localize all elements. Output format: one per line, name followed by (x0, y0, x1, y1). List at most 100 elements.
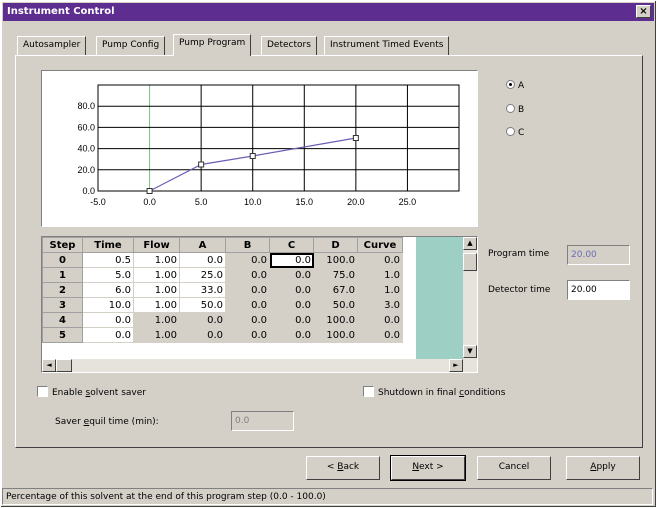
cell-curve[interactable]: 0.0 (357, 312, 403, 328)
cell-time[interactable]: 0.5 (82, 252, 134, 268)
x-tick-label: -5.0 (90, 197, 106, 207)
cell-a[interactable]: 33.0 (179, 282, 226, 298)
shutdown-box[interactable] (363, 386, 374, 397)
cell-d[interactable]: 100.0 (313, 327, 358, 343)
radio-a[interactable]: A (506, 80, 524, 91)
tab-detectors[interactable]: Detectors (261, 36, 317, 55)
apply-button[interactable]: Apply (566, 456, 640, 480)
column-header-b: B (225, 237, 270, 253)
title-bar: Instrument Control × (3, 3, 654, 21)
cell-d[interactable]: 67.0 (313, 282, 358, 298)
cell-a[interactable]: 0.0 (179, 252, 226, 268)
scroll-thumb[interactable] (463, 253, 477, 271)
enable-solvent-saver-checkbox[interactable]: Enable solvent saver (37, 386, 146, 398)
radio-c-dot[interactable] (506, 127, 515, 136)
radio-b[interactable]: B (506, 104, 524, 115)
saver-equil-field: 0.0 (231, 411, 294, 431)
cell-b[interactable]: 0.0 (225, 327, 270, 343)
table-row[interactable]: 2 6.0 1.00 33.0 0.0 0.0 67.0 1.0 (42, 282, 403, 298)
cell-c[interactable]: 0.0 (269, 312, 314, 328)
radio-b-dot[interactable] (506, 104, 515, 113)
cell-time[interactable]: 10.0 (82, 297, 134, 313)
shutdown-label-a: Shutdown in final (378, 388, 460, 398)
cancel-button[interactable]: Cancel (477, 456, 551, 480)
table-row[interactable]: 3 10.0 1.00 50.0 0.0 0.0 50.0 3.0 (42, 297, 403, 313)
cell-flow[interactable]: 1.00 (133, 327, 180, 343)
back-button[interactable]: < Back (306, 456, 380, 480)
cell-time[interactable]: 0.0 (82, 312, 134, 328)
scroll-up-icon[interactable]: ▲ (463, 237, 477, 250)
cell-flow[interactable]: 1.00 (133, 297, 180, 313)
scroll-right-icon[interactable]: ► (449, 359, 463, 372)
column-header-step: Step (42, 237, 83, 253)
cell-d[interactable]: 100.0 (313, 312, 358, 328)
cell-curve[interactable]: 0.0 (357, 252, 403, 268)
table-header-row: Step Time Flow A B C D Curve (42, 237, 403, 253)
cell-time[interactable]: 6.0 (82, 282, 134, 298)
x-tick-label: 10.0 (244, 197, 262, 207)
data-point (198, 161, 205, 168)
cell-b[interactable]: 0.0 (225, 282, 270, 298)
table-row[interactable]: 1 5.0 1.00 25.0 0.0 0.0 75.0 1.0 (42, 267, 403, 283)
hscroll-thumb[interactable] (56, 359, 72, 372)
plot-area (97, 84, 460, 192)
detector-time-field[interactable]: 20.00 (567, 280, 630, 300)
cell-b[interactable]: 0.0 (225, 297, 270, 313)
cell-curve[interactable]: 1.0 (357, 282, 403, 298)
tab-instrument-timed-events[interactable]: Instrument Timed Events (324, 36, 450, 55)
radio-a-dot[interactable] (506, 80, 515, 89)
cell-a[interactable]: 25.0 (179, 267, 226, 283)
cell-b[interactable]: 0.0 (225, 267, 270, 283)
cell-curve[interactable]: 1.0 (357, 267, 403, 283)
status-bar: Percentage of this solvent at the end of… (2, 488, 653, 505)
horizontal-scrollbar[interactable]: ◄ ► (42, 359, 477, 372)
step-number: 2 (42, 282, 83, 298)
step-number: 1 (42, 267, 83, 283)
vertical-scrollbar[interactable]: ▲ ▼ (463, 237, 477, 359)
tab-pump-program[interactable]: Pump Program (173, 34, 252, 56)
solvent-saver-box[interactable] (37, 386, 48, 397)
step-number: 0 (42, 252, 83, 268)
cell-c[interactable]: 0.0 (269, 327, 314, 343)
data-point (146, 188, 153, 194)
shutdown-final-conditions-checkbox[interactable]: Shutdown in final conditions (363, 386, 505, 398)
cell-time[interactable]: 5.0 (82, 267, 134, 283)
program-table[interactable]: Step Time Flow A B C D Curve 0 0.5 1.00 0.0 0.0 0.0 1… (42, 237, 403, 343)
table-row[interactable]: 0 0.5 1.00 0.0 0.0 0.0 100.0 0.0 (42, 252, 403, 268)
x-tick-label: 20.0 (347, 197, 365, 207)
cell-time[interactable]: 0.0 (82, 327, 134, 343)
cell-c[interactable]: 0.0 (269, 252, 314, 268)
cell-flow[interactable]: 1.00 (133, 252, 180, 268)
cell-d[interactable]: 75.0 (313, 267, 358, 283)
cell-curve[interactable]: 3.0 (357, 297, 403, 313)
cell-a[interactable]: 0.0 (179, 327, 226, 343)
cell-d[interactable]: 100.0 (313, 252, 358, 268)
table-row[interactable]: 4 0.0 1.00 0.0 0.0 0.0 100.0 0.0 (42, 312, 403, 328)
cell-d[interactable]: 50.0 (313, 297, 358, 313)
cell-curve[interactable]: 0.0 (357, 327, 403, 343)
y-tick-label: 40.0 (77, 144, 95, 154)
radio-c[interactable]: C (506, 127, 524, 138)
tab-pump-config[interactable]: Pump Config (96, 36, 166, 55)
table-row[interactable]: 5 0.0 1.00 0.0 0.0 0.0 100.0 0.0 (42, 327, 403, 343)
next-button[interactable]: Next > (390, 455, 466, 481)
pump-program-grid[interactable]: Step Time Flow A B C D Curve 0 0.5 1.00 0.0 0.0 0.0 1… (41, 236, 478, 373)
column-header-a: A (179, 237, 226, 253)
cell-flow[interactable]: 1.00 (133, 267, 180, 283)
scroll-down-icon[interactable]: ▼ (463, 345, 477, 358)
cell-flow[interactable]: 1.00 (133, 312, 180, 328)
cell-flow[interactable]: 1.00 (133, 282, 180, 298)
close-icon[interactable]: × (636, 5, 651, 18)
scroll-left-icon[interactable]: ◄ (42, 359, 56, 372)
cell-c[interactable]: 0.0 (269, 297, 314, 313)
cell-c[interactable]: 0.0 (269, 282, 314, 298)
tab-autosampler[interactable]: Autosampler (17, 36, 87, 55)
back-label-a: < (326, 462, 338, 472)
cell-c[interactable]: 0.0 (269, 267, 314, 283)
cell-b[interactable]: 0.0 (225, 312, 270, 328)
back-label-b: ack (343, 462, 360, 472)
cell-a[interactable]: 0.0 (179, 312, 226, 328)
cell-b[interactable]: 0.0 (225, 252, 270, 268)
y-tick-label: 0.0 (82, 186, 95, 196)
cell-a[interactable]: 50.0 (179, 297, 226, 313)
